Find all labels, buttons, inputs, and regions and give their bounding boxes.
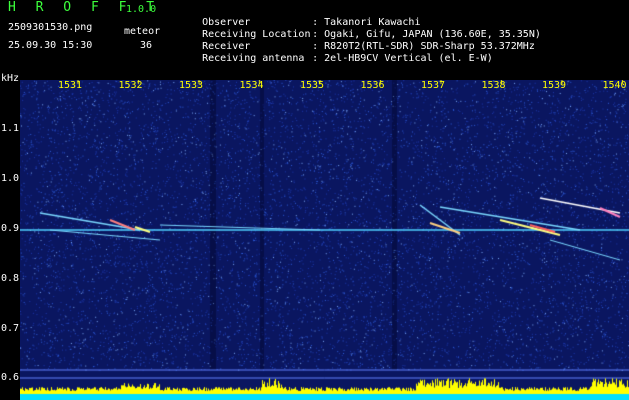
y-tick-label: 0.8 (1, 273, 20, 284)
filename: 2509301530.png (8, 22, 93, 33)
x-tick-label: 1538 (481, 80, 506, 91)
datetime: 25.09.30 15:30 (8, 40, 93, 51)
y-tick-label: 0.9 (1, 223, 20, 234)
x-tick-label: 1537 (421, 80, 446, 91)
khz-unit-label: kHz (1, 73, 20, 84)
x-tick-label: 1536 (360, 80, 385, 91)
spectrogram-canvas (20, 80, 629, 400)
antenna-row: Receiving antenna : 2el-HB9CV Vertical (e… (178, 41, 493, 77)
x-tick-label: 1533 (179, 80, 204, 91)
hrofft-window: H R O F F T 1.0.0 2509301530.png 25.09.3… (0, 0, 629, 400)
x-tick-label: 1539 (542, 80, 567, 91)
y-tick-label: 1.1 (1, 123, 20, 134)
x-tick-label: 1534 (239, 80, 264, 91)
y-tick-label: 0.6 (1, 372, 20, 383)
y-tick-label: 0.7 (1, 323, 20, 334)
meteor-count: 36 (140, 40, 153, 51)
antenna-value: : 2el-HB9CV Vertical (el. E-W) (312, 53, 493, 64)
meteor-label: meteor (124, 26, 161, 37)
x-tick-label: 1531 (58, 80, 83, 91)
antenna-label: Receiving antenna (202, 53, 305, 64)
x-tick-label: 1532 (118, 80, 143, 91)
x-tick-label: 1540 (602, 80, 627, 91)
x-tick-label: 1535 (300, 80, 325, 91)
app-version: 1.0.0 (126, 4, 157, 15)
y-tick-label: 1.0 (1, 173, 20, 184)
